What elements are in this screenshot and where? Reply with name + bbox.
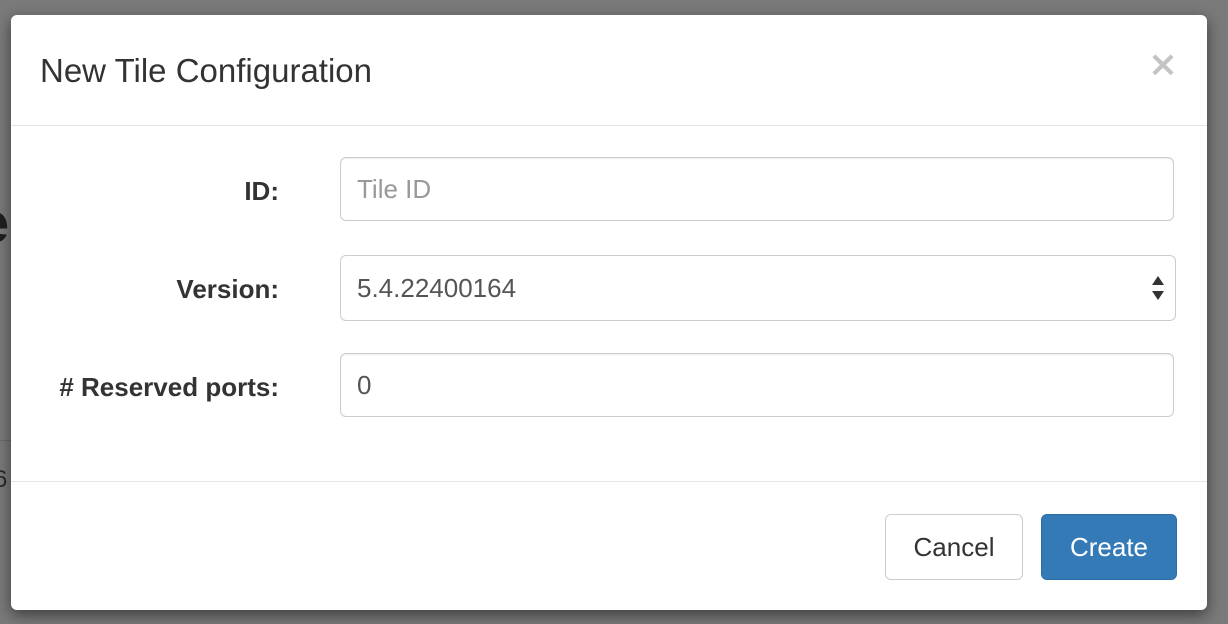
- tile-id-input[interactable]: [340, 157, 1174, 221]
- cancel-button[interactable]: Cancel: [885, 514, 1023, 580]
- close-icon[interactable]: ×: [1147, 45, 1179, 85]
- id-label: ID:: [244, 176, 279, 206]
- reserved-ports-label: # Reserved ports:: [59, 372, 279, 402]
- create-button[interactable]: Create: [1041, 514, 1177, 580]
- background-page-text: e: [0, 190, 9, 255]
- modal-footer: Cancel Create: [11, 481, 1207, 610]
- form-row-reserved-ports: # Reserved ports:: [11, 353, 1207, 421]
- version-label: Version:: [176, 274, 279, 304]
- select-updown-icon: [1152, 276, 1164, 300]
- version-select-value[interactable]: 5.4.22400164: [340, 255, 1176, 321]
- form-row-version: Version: 5.4.22400164: [11, 255, 1207, 323]
- modal-header: New Tile Configuration ×: [11, 15, 1207, 126]
- form-row-id: ID:: [11, 157, 1207, 225]
- new-tile-configuration-dialog: New Tile Configuration × ID: Version: 5.…: [11, 15, 1207, 610]
- reserved-ports-input[interactable]: [340, 353, 1174, 417]
- modal-title: New Tile Configuration: [40, 52, 372, 89]
- version-select[interactable]: 5.4.22400164: [340, 255, 1176, 321]
- background-page-text: 6: [0, 466, 8, 493]
